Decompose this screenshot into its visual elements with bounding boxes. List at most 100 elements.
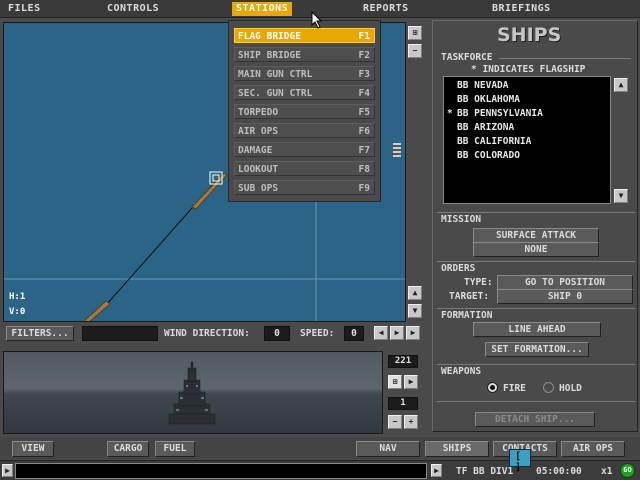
pause-button[interactable]: [ ]: [509, 449, 531, 473]
list-item[interactable]: BB CALIFORNIA: [447, 136, 531, 147]
fleet-scroll-down-button[interactable]: ▼: [614, 189, 628, 203]
cargo-tab[interactable]: CARGO: [107, 441, 149, 457]
map-v-readout: V:0: [9, 307, 26, 317]
stations-dropdown: FLAG BRIDGE F1 SHIP BRIDGE F2 MAIN GUN CTR…: [228, 20, 381, 202]
minus-icon: −: [392, 417, 398, 426]
arrow-up-icon: ▲: [618, 80, 624, 89]
speed-value: 0: [344, 326, 364, 341]
list-item[interactable]: * BB PENNSYLVANIA: [447, 108, 543, 119]
fleet-scroll-up-button[interactable]: ▲: [614, 78, 628, 92]
speed-right-button[interactable]: ▶: [390, 326, 404, 340]
mission-secondary-button[interactable]: NONE: [473, 242, 599, 257]
view-tab[interactable]: VIEW: [12, 441, 54, 457]
list-item[interactable]: BB COLORADO: [447, 150, 520, 161]
ship-marker-escort: [83, 300, 111, 321]
station-sec-gun-ctrl[interactable]: SEC. GUN CTRL F4: [234, 85, 375, 100]
arrow-up-icon: ▲: [412, 288, 418, 297]
order-type-button[interactable]: GO TO POSITION: [497, 275, 633, 290]
formation-value[interactable]: LINE AHEAD: [473, 322, 601, 337]
list-item[interactable]: BB ARIZONA: [447, 122, 514, 133]
ships-tab[interactable]: SHIPS: [425, 441, 489, 457]
rotate-right-button[interactable]: ▶: [404, 375, 418, 389]
arrow-right-icon: ▶: [410, 328, 416, 337]
mission-title: MISSION: [441, 214, 482, 225]
mouse-cursor-icon: [311, 11, 323, 29]
speed-left-button[interactable]: ◀: [374, 326, 388, 340]
station-torpedo[interactable]: TORPEDO F5: [234, 104, 375, 119]
time-scale: x1: [601, 466, 613, 477]
orders-title: ORDERS: [441, 263, 476, 274]
station-air-ops[interactable]: AIR OPS F6: [234, 123, 375, 138]
nav-tab[interactable]: NAV: [356, 441, 420, 457]
set-formation-button[interactable]: SET FORMATION...: [485, 342, 589, 357]
formation-title: FORMATION: [441, 310, 493, 321]
grid-icon: ⊞: [412, 28, 418, 37]
status-bar: ▶ ▶ TF BB DIV1 [ ] 05:00:00 x1 GO: [0, 449, 640, 480]
speed-label: SPEED:: [300, 328, 335, 339]
map-scroll-up-button[interactable]: ▲: [408, 286, 422, 300]
arrow-down-icon: ▼: [618, 191, 624, 200]
fleet-list[interactable]: BB NEVADA BB OKLAHOMA * BB PENNSYLVANIA B…: [443, 76, 611, 204]
map-zoom-out-button[interactable]: −: [408, 44, 422, 58]
station-flag-bridge[interactable]: FLAG BRIDGE F1: [234, 28, 375, 43]
mission-primary-button[interactable]: SURFACE ATTACK: [473, 228, 599, 243]
station-main-gun-ctrl[interactable]: MAIN GUN CTRL F3: [234, 66, 375, 81]
fuel-tab[interactable]: FUEL: [155, 441, 195, 457]
arrow-right-icon: ▶: [408, 377, 414, 386]
list-item[interactable]: BB NEVADA: [447, 80, 508, 91]
view-mode-button[interactable]: ⊞: [388, 375, 402, 389]
ship-marker-flagship: [191, 171, 228, 210]
wind-direction-label: WIND DIRECTION:: [164, 328, 250, 339]
fire-radio[interactable]: [487, 382, 498, 393]
go-button[interactable]: GO: [620, 463, 635, 478]
hold-label: HOLD: [559, 383, 582, 394]
message-scroll-button[interactable]: ▶: [2, 464, 13, 477]
map-h-readout: H:1: [9, 292, 26, 302]
filter-bar: FILTERS... WIND DIRECTION: 0 SPEED: 0 ◀ …: [3, 324, 420, 344]
lookout-view: [3, 351, 383, 434]
menu-stations[interactable]: STATIONS: [232, 2, 293, 16]
message-line: [15, 463, 427, 479]
battleship-silhouette: [168, 361, 216, 425]
arrow-right-icon: ▶: [394, 328, 400, 337]
map-zoom-button[interactable]: ⊞: [408, 26, 422, 40]
fire-label: FIRE: [503, 383, 526, 394]
station-damage[interactable]: DAMAGE F7: [234, 142, 375, 157]
menu-reports[interactable]: REPORTS: [363, 2, 409, 16]
filters-button[interactable]: FILTERS...: [6, 326, 74, 341]
ships-panel-title: SHIPS: [497, 24, 562, 46]
arrow-down-icon: ▼: [412, 306, 418, 315]
speed-max-button[interactable]: ▶: [406, 326, 420, 340]
unit-readout: TF BB DIV1: [456, 466, 514, 477]
zoom-plus-button[interactable]: +: [404, 415, 418, 429]
air-ops-tab[interactable]: AIR OPS: [561, 441, 625, 457]
order-target-button[interactable]: SHIP 0: [497, 289, 633, 304]
plus-icon: +: [408, 417, 414, 426]
menu-files[interactable]: FILES: [8, 2, 41, 16]
filter-display: [82, 326, 158, 341]
station-sub-ops[interactable]: SUB OPS F9: [234, 180, 375, 195]
arrow-right-icon: ▶: [5, 466, 10, 475]
arrow-right-icon: ▶: [434, 466, 439, 475]
menu-briefings[interactable]: BRIEFINGS: [492, 2, 551, 16]
list-item[interactable]: BB OKLAHOMA: [447, 94, 520, 105]
weapons-title: WEAPONS: [441, 366, 482, 377]
order-type-label: TYPE:: [464, 277, 493, 288]
heading-readout: 221: [388, 355, 418, 368]
ships-panel: SHIPS TASKFORCE * INDICATES FLAGSHIP BB …: [432, 20, 638, 432]
minus-icon: −: [412, 46, 418, 55]
map-scale-marker: [393, 143, 401, 157]
map-scroll-down-button[interactable]: ▼: [408, 304, 422, 318]
menu-controls[interactable]: CONTROLS: [107, 2, 159, 16]
station-lookout[interactable]: LOOKOUT F8: [234, 161, 375, 176]
hold-radio[interactable]: [543, 382, 554, 393]
detach-ship-button[interactable]: DETACH SHIP...: [475, 412, 595, 427]
order-target-label: TARGET:: [449, 291, 490, 302]
station-ship-bridge[interactable]: SHIP BRIDGE F2: [234, 47, 375, 62]
taskforce-title: TASKFORCE: [441, 52, 493, 63]
wind-direction-value: 0: [264, 326, 290, 341]
zoom-minus-button[interactable]: −: [388, 415, 402, 429]
zoom-readout: 1: [388, 397, 418, 410]
game-clock: 05:00:00: [536, 466, 582, 477]
unit-scroll-button[interactable]: ▶: [431, 464, 442, 477]
